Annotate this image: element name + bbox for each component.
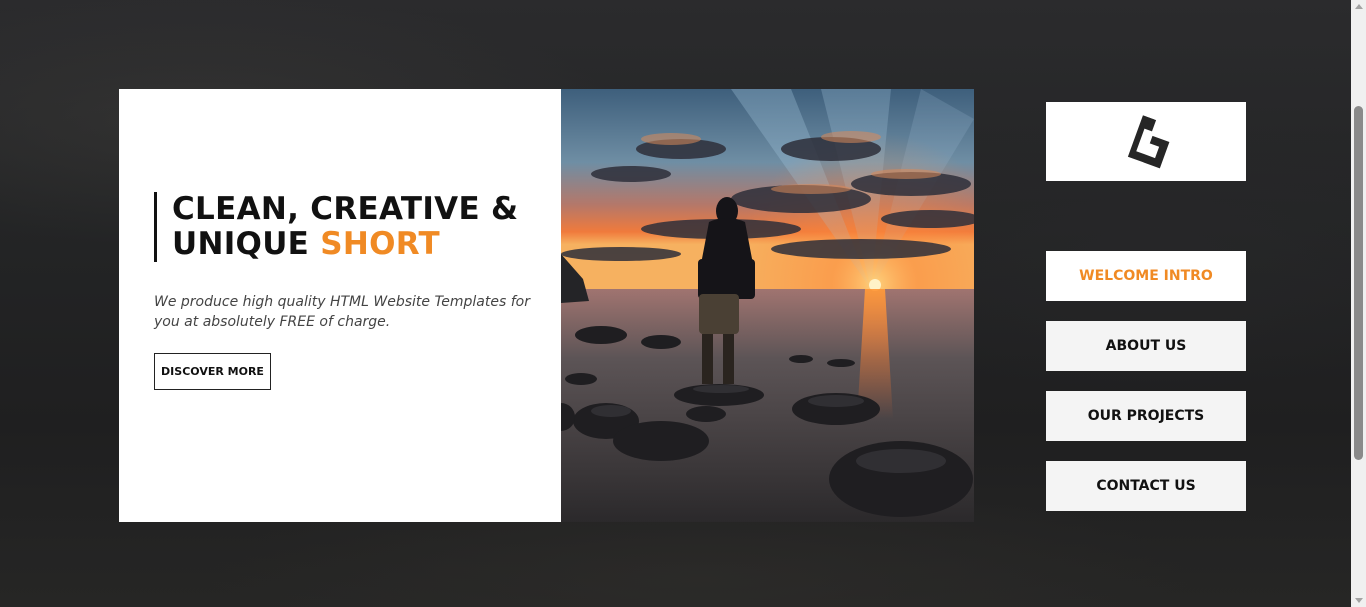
hero-title-accent: SHORT: [320, 226, 440, 262]
nav-item-about-us[interactable]: ABOUT US: [1046, 321, 1246, 371]
nav-item-contact-us[interactable]: CONTACT US: [1046, 461, 1246, 511]
discover-more-button[interactable]: DISCOVER MORE: [154, 353, 271, 390]
hero-title-block: CLEAN, CREATIVE & UNIQUE SHORT: [154, 192, 518, 262]
hero-title-line2-prefix: UNIQUE: [172, 226, 321, 262]
hero-description: We produce high quality HTML Website Tem…: [154, 294, 530, 330]
page-scrollbar[interactable]: [1351, 0, 1366, 607]
hero-photo: [561, 89, 974, 522]
nav-item-welcome-intro[interactable]: WELCOME INTRO: [1046, 251, 1246, 301]
main-navigation: WELCOME INTRO ABOUT US OUR PROJECTS CONT…: [1046, 251, 1246, 531]
scroll-up-arrow-icon[interactable]: [1355, 4, 1363, 9]
scroll-thumb[interactable]: [1354, 106, 1363, 460]
hero-text-panel: CLEAN, CREATIVE & UNIQUE SHORT We produc…: [119, 89, 561, 522]
hero-section: CLEAN, CREATIVE & UNIQUE SHORT We produc…: [119, 89, 974, 522]
hero-title: CLEAN, CREATIVE & UNIQUE SHORT: [172, 192, 518, 262]
brand-logo-icon: [1127, 114, 1170, 168]
logo-box[interactable]: [1046, 102, 1246, 181]
scroll-down-arrow-icon[interactable]: [1355, 598, 1363, 603]
hero-title-line1: CLEAN, CREATIVE &: [172, 191, 519, 227]
nav-item-our-projects[interactable]: OUR PROJECTS: [1046, 391, 1246, 441]
